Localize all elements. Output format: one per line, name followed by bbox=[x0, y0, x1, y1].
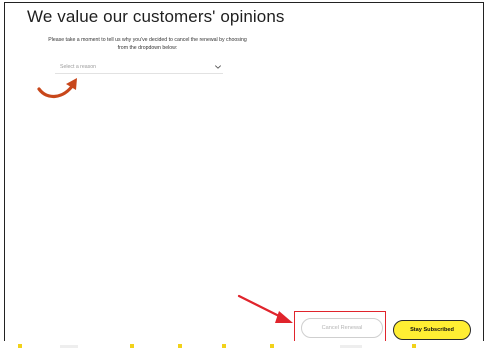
page-title: We value our customers' opinions bbox=[27, 7, 285, 26]
modal-frame: We value our customers' opinions Please … bbox=[4, 2, 484, 342]
curved-arrow-icon bbox=[37, 78, 77, 98]
footer-cropped-strip bbox=[0, 341, 488, 348]
stay-subscribed-button[interactable]: Stay Subscribed bbox=[393, 320, 471, 340]
reason-dropdown-placeholder: Select a reason bbox=[60, 64, 97, 70]
pointer-arrow-icon bbox=[237, 294, 293, 323]
instruction-text: Please take a moment to tell us why you'… bbox=[48, 37, 247, 51]
chevron-down-icon bbox=[215, 65, 221, 69]
cancel-renewal-button[interactable]: Cancel Renewal bbox=[301, 318, 383, 338]
